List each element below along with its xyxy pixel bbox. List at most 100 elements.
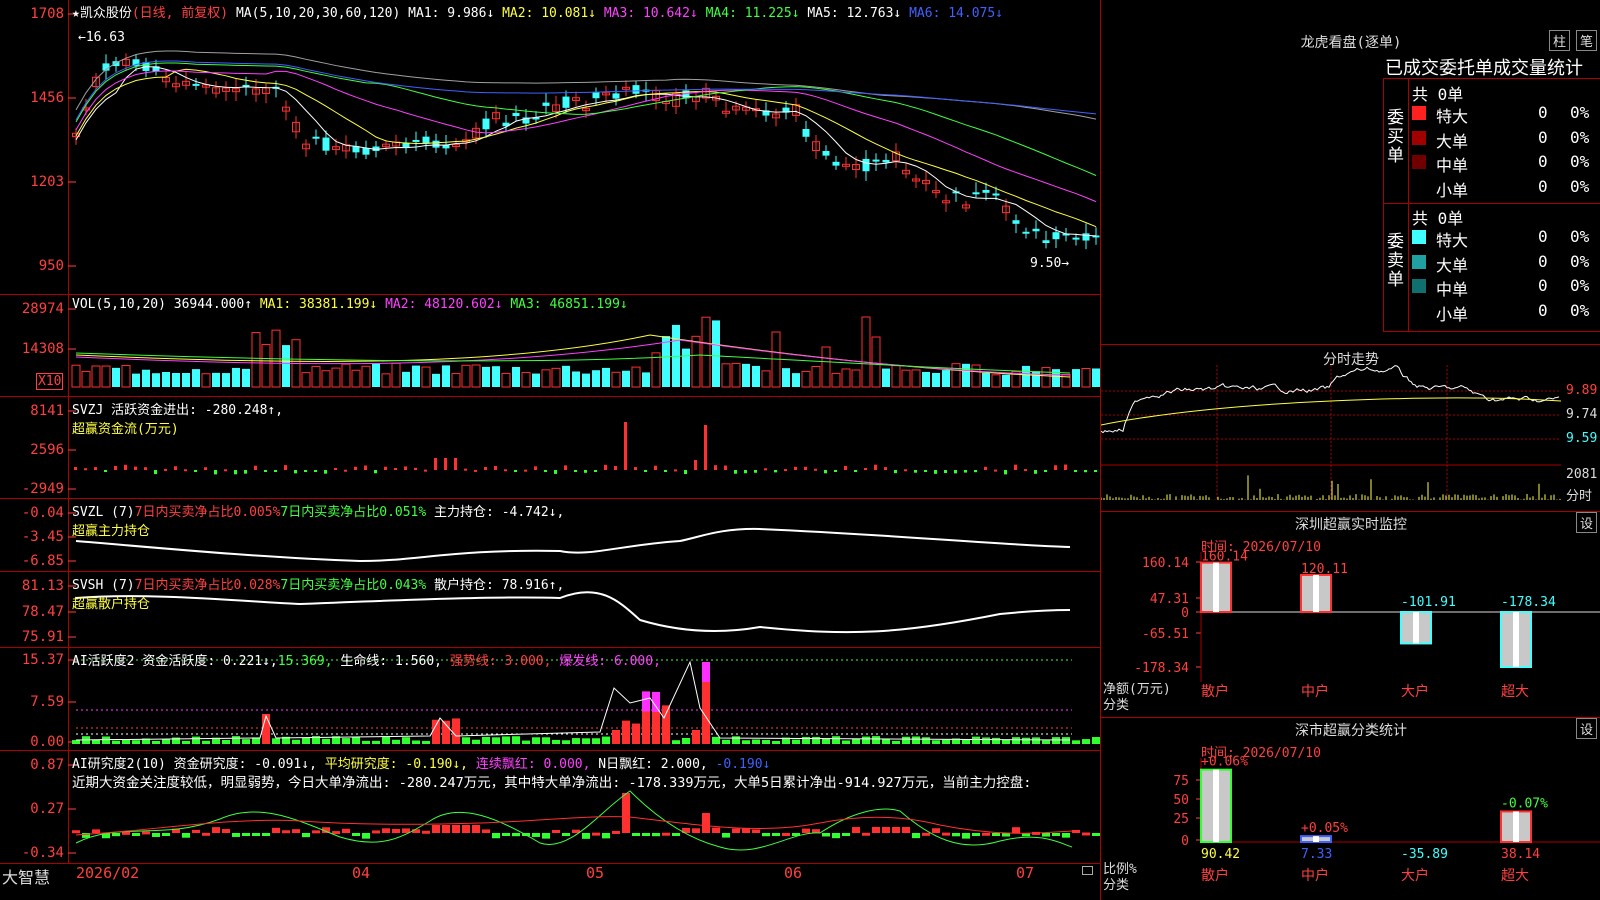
szcls-ytick: 0 — [1181, 834, 1189, 849]
volume-bar — [192, 369, 200, 387]
volume-bar — [752, 365, 760, 387]
ai2-d: N日飘红: 2.000, — [598, 757, 708, 772]
ai2-bar — [302, 833, 310, 838]
candle-body — [1032, 228, 1040, 232]
ai2-bar — [422, 830, 430, 834]
ma4-value: MA4: 11.225↓ — [705, 6, 800, 21]
volume-bar — [1081, 367, 1091, 388]
volume-bar — [242, 368, 250, 387]
ai1-bar — [1092, 737, 1100, 744]
ai2-bar — [262, 833, 270, 836]
volume-panel[interactable]: 28974 14308 X10 VOL(5,10,20) 36944.000↑ … — [0, 295, 1100, 397]
svzj-header: SVZJ 活跃资金进出: -280.248↑, 超赢资金流(万元) — [72, 399, 283, 437]
ai-research-panel[interactable]: 0.87 0.27 -0.34 AI研究度2(10) 资金研究度: -0.091… — [0, 751, 1100, 864]
szmon-ytick: -65.51 — [1142, 627, 1189, 642]
svzj-bar — [924, 470, 927, 472]
volume-bar — [121, 365, 131, 388]
svzj-bar — [804, 466, 807, 470]
sz-class-panel[interactable]: 深市超赢分类统计 设 时间: 2026/07/10 75 50 25 0 +0.06% 9… — [1100, 718, 1600, 900]
intraday-panel[interactable]: 分时走势 9.89 9.74 9.59 2081 分时 — [1100, 345, 1600, 512]
lock-icon[interactable] — [1082, 866, 1093, 875]
volume-bar — [182, 372, 190, 387]
ai2-bar — [232, 833, 240, 837]
dragon-tiger-panel: 龙虎看盘(逐单) 柱 笔 已成交委托单成交量统计 委买单 委卖单 共 0单 共 … — [1100, 0, 1600, 345]
candle-body — [592, 92, 600, 99]
ai1-bar — [972, 736, 980, 744]
ai2-bar — [702, 813, 710, 833]
ai2-bar — [562, 833, 570, 836]
ai1-bar — [1052, 737, 1060, 744]
szcls-value: 90.42 — [1201, 847, 1240, 862]
svzj-bar — [214, 470, 217, 475]
volume-bar — [682, 348, 690, 387]
volume-bar — [861, 316, 871, 388]
volume-bar — [532, 373, 540, 387]
buy-swatch — [1412, 130, 1426, 145]
tick-view-button[interactable]: 笔 — [1576, 30, 1598, 51]
szmon-bar-highlight — [1213, 562, 1219, 612]
ai2-bar — [692, 828, 700, 833]
svzj-bar — [174, 466, 177, 470]
ai2-bar — [872, 827, 880, 833]
volume-bar — [611, 371, 621, 388]
svzj-bar — [284, 465, 287, 470]
volume-bar — [451, 373, 461, 388]
ai1-bar — [92, 739, 100, 744]
svzj-bar — [994, 469, 997, 472]
ai1-bar — [992, 737, 1000, 744]
ai1-bar — [192, 736, 200, 744]
bar-view-button[interactable]: 柱 — [1549, 30, 1571, 51]
ai2-bar — [582, 833, 590, 839]
candlestick-panel[interactable]: 1708 1456 1203 950 ★凯众股份(日线, 前复权) MA(5,1… — [0, 0, 1100, 295]
ai1-bar — [732, 736, 740, 744]
volume-bar — [782, 368, 790, 387]
volume-ma1 — [75, 334, 1071, 378]
svzj-bar — [694, 460, 697, 470]
sell-row-count: 0 — [1538, 251, 1548, 271]
svzj-panel[interactable]: 8141 2596 -2949 SVZJ 活跃资金进出: -280.248↑, … — [0, 397, 1100, 499]
ai2-green-line — [75, 790, 1073, 851]
volume-bar — [1041, 367, 1051, 388]
volume-bar — [622, 370, 630, 387]
volume-bar — [582, 373, 590, 387]
candle-body — [1052, 232, 1060, 240]
ai1-bar — [862, 736, 870, 744]
candle-body — [982, 189, 990, 193]
svzj-bar — [144, 467, 147, 470]
ai2-bar — [332, 831, 340, 835]
svzj-bar — [584, 470, 587, 473]
sz-monitor-panel[interactable]: 深圳超赢实时监控 设 时间: 2026/07/10 160.14 47.31 0 -6… — [1100, 512, 1600, 718]
svzj-bar — [524, 469, 527, 472]
lhb-grid: 委买单 委卖单 共 0单 共 0单 特大 0 0% 大单 0 0% 中单 0 0… — [1383, 78, 1600, 332]
ai1-bar — [512, 736, 520, 744]
ai1-bar — [432, 719, 440, 744]
volume-bar — [482, 366, 490, 387]
svzj-bar — [474, 469, 477, 472]
x-label: 06 — [784, 864, 803, 882]
lhb-title: 龙虎看盘(逐单) — [1300, 35, 1402, 51]
szcls-value: 38.14 — [1501, 847, 1540, 862]
ai2-bar — [862, 832, 870, 836]
ai2-bar — [832, 833, 840, 839]
svsh-panel[interactable]: 81.13 78.47 75.91 SVSH (7)7日内买卖净占比0.028%… — [0, 572, 1100, 648]
svzl-panel[interactable]: -0.04 -3.45 -6.85 SVZL (7)7日内买卖净占比0.005%… — [0, 499, 1100, 572]
ai2-bar — [762, 833, 770, 837]
vol-value: 36944.000↑ — [173, 297, 253, 312]
ai2-bar — [272, 827, 280, 833]
ai1-a: 资金活跃度: 0.221↓, — [142, 654, 278, 669]
ai2-bar — [72, 830, 80, 834]
candle-body — [802, 129, 810, 137]
ai1-bar — [232, 736, 240, 744]
volume-bar — [691, 335, 701, 388]
svzj-bar — [724, 465, 727, 470]
ai1-bar — [1072, 740, 1080, 744]
volume-bar — [811, 365, 821, 388]
volume-bar — [592, 370, 600, 387]
volume-bar — [572, 371, 580, 387]
ai1-b: 15.369, — [277, 654, 333, 669]
svzl-b: 7日内买卖净占比0.051% — [280, 505, 427, 520]
ai2-bar — [1062, 833, 1070, 838]
ai-activity-panel[interactable]: 15.37 7.59 0.00 AI活跃度2 资金活跃度: 0.221↓,15.… — [0, 648, 1100, 751]
svzj-bar — [304, 470, 307, 472]
ai2-bar — [162, 833, 170, 836]
